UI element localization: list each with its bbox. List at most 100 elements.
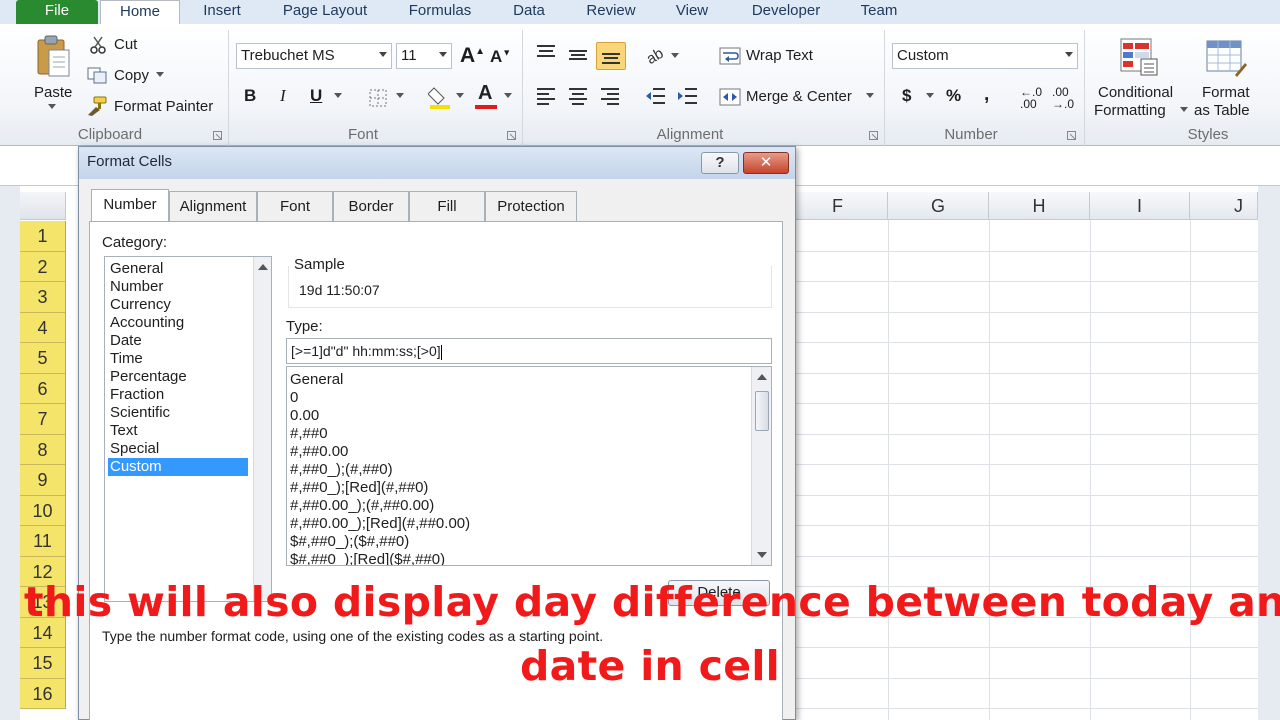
font-color-chevron-down-icon[interactable] (504, 93, 512, 99)
tab-protection[interactable]: Protection (485, 191, 577, 221)
format-code-item[interactable]: $#,##0_);($#,##0) (290, 533, 409, 551)
copy-chevron-down-icon[interactable] (156, 72, 164, 78)
tab-review[interactable]: Review (574, 0, 648, 24)
category-scrollbar[interactable] (253, 257, 271, 601)
clipboard-launcher-icon[interactable] (212, 130, 222, 140)
category-item[interactable]: Scientific (108, 404, 248, 422)
type-input[interactable]: [>=1]d"d" hh:mm:ss;[>0] (286, 338, 772, 364)
format-code-item[interactable]: #,##0.00_);(#,##0.00) (290, 497, 434, 515)
format-painter-button[interactable]: Format Painter (114, 98, 213, 115)
underline-chevron-down-icon[interactable] (334, 93, 342, 99)
category-item[interactable]: Accounting (108, 314, 248, 332)
format-as-table-label-1[interactable]: Format (1202, 84, 1250, 101)
format-code-scrollbar[interactable] (751, 367, 771, 565)
row-header-16[interactable]: 16 (20, 678, 66, 709)
category-listbox[interactable]: General Number Currency Accounting Date … (104, 256, 272, 602)
format-as-table-label-2[interactable]: as Table (1194, 102, 1250, 119)
row-header-8[interactable]: 8 (20, 434, 66, 465)
wrap-text-button[interactable]: Wrap Text (746, 47, 813, 64)
bold-button[interactable]: B (244, 86, 256, 106)
category-item[interactable]: General (108, 260, 248, 278)
row-header-11[interactable]: 11 (20, 526, 66, 557)
fill-color-icon[interactable] (428, 84, 452, 110)
borders-chevron-down-icon[interactable] (396, 93, 404, 99)
font-name-select[interactable]: Trebuchet MS (236, 43, 392, 69)
tab-alignment[interactable]: Alignment (169, 191, 257, 221)
category-item[interactable]: Special (108, 440, 248, 458)
font-color-button[interactable]: A (478, 82, 492, 105)
category-item[interactable]: Time (108, 350, 248, 368)
format-code-item[interactable]: $#,##0_);[Red]($#,##0) (290, 551, 445, 565)
format-code-item[interactable]: #,##0_);(#,##0) (290, 461, 393, 479)
shrink-font-button[interactable]: A▼ (490, 47, 511, 67)
tab-page-layout[interactable]: Page Layout (270, 0, 380, 24)
scroll-up-icon[interactable] (258, 263, 268, 271)
conditional-formatting-chevron-down-icon[interactable] (1180, 107, 1188, 113)
dialog-title-bar[interactable]: Format Cells ? ✕ (79, 147, 795, 179)
column-header-f[interactable]: F (788, 192, 888, 220)
align-right-icon[interactable] (598, 86, 622, 106)
format-code-item[interactable]: #,##0_);[Red](#,##0) (290, 479, 428, 497)
scroll-up-icon[interactable] (757, 373, 767, 381)
tab-number[interactable]: Number (91, 189, 169, 222)
borders-icon[interactable] (368, 88, 388, 108)
column-header-i[interactable]: I (1090, 192, 1190, 220)
column-header-j[interactable]: J (1190, 192, 1258, 220)
close-button[interactable]: ✕ (743, 152, 789, 174)
align-top-icon[interactable] (534, 42, 558, 64)
increase-indent-icon[interactable] (676, 86, 700, 106)
fill-color-chevron-down-icon[interactable] (456, 93, 464, 99)
select-all-corner[interactable] (20, 192, 66, 220)
column-header-h[interactable]: H (989, 192, 1090, 220)
category-item[interactable]: Date (108, 332, 248, 350)
row-header-6[interactable]: 6 (20, 373, 66, 404)
paste-button[interactable]: Paste (34, 84, 72, 101)
tab-font[interactable]: Font (257, 191, 333, 221)
merge-center-button[interactable]: Merge & Center (746, 88, 852, 105)
decrease-indent-icon[interactable] (644, 86, 668, 106)
merge-chevron-down-icon[interactable] (866, 93, 874, 99)
align-bottom-icon[interactable] (596, 42, 626, 70)
tab-file[interactable]: File (16, 0, 98, 24)
grow-font-button[interactable]: A▲ (460, 44, 485, 68)
format-code-item[interactable]: #,##0 (290, 425, 328, 443)
row-header-7[interactable]: 7 (20, 404, 66, 435)
paste-icon[interactable] (34, 34, 74, 78)
conditional-formatting-icon[interactable] (1118, 36, 1160, 78)
row-header-5[interactable]: 5 (20, 343, 66, 374)
number-format-select[interactable]: Custom (892, 43, 1078, 69)
tab-fill[interactable]: Fill (409, 191, 485, 221)
scroll-down-icon[interactable] (757, 551, 767, 559)
help-button[interactable]: ? (701, 152, 739, 174)
category-item[interactable]: Currency (108, 296, 248, 314)
vertical-scrollbar[interactable] (1258, 186, 1280, 720)
tab-border[interactable]: Border (333, 191, 409, 221)
format-as-table-icon[interactable] (1204, 36, 1248, 78)
conditional-formatting-label-2[interactable]: Formatting (1094, 102, 1166, 119)
format-code-item[interactable]: 0 (290, 389, 298, 407)
category-item[interactable]: Percentage (108, 368, 248, 386)
decrease-decimal-button[interactable]: .00 →.0 (1052, 86, 1082, 110)
category-item[interactable]: Number (108, 278, 248, 296)
accounting-format-button[interactable]: $ (902, 86, 911, 106)
orientation-icon[interactable]: ab (644, 44, 680, 66)
row-header-10[interactable]: 10 (20, 495, 66, 526)
align-center-icon[interactable] (566, 86, 590, 106)
align-middle-icon[interactable] (566, 44, 590, 66)
comma-style-button[interactable]: , (984, 84, 989, 106)
tab-view[interactable]: View (664, 0, 720, 24)
format-code-item[interactable]: General (290, 371, 343, 389)
font-size-select[interactable]: 11 (396, 43, 452, 69)
cut-button[interactable]: Cut (114, 36, 137, 53)
copy-button[interactable]: Copy (114, 67, 149, 84)
accounting-chevron-down-icon[interactable] (926, 93, 934, 99)
format-code-item[interactable]: #,##0.00 (290, 443, 348, 461)
underline-button[interactable]: U (310, 86, 322, 106)
category-item-selected[interactable]: Custom (108, 458, 248, 476)
tab-team[interactable]: Team (850, 0, 908, 24)
align-left-icon[interactable] (534, 86, 558, 106)
percent-style-button[interactable]: % (946, 86, 961, 106)
column-header-g[interactable]: G (888, 192, 989, 220)
italic-button[interactable]: I (280, 86, 286, 106)
row-header-1[interactable]: 1 (20, 221, 66, 252)
